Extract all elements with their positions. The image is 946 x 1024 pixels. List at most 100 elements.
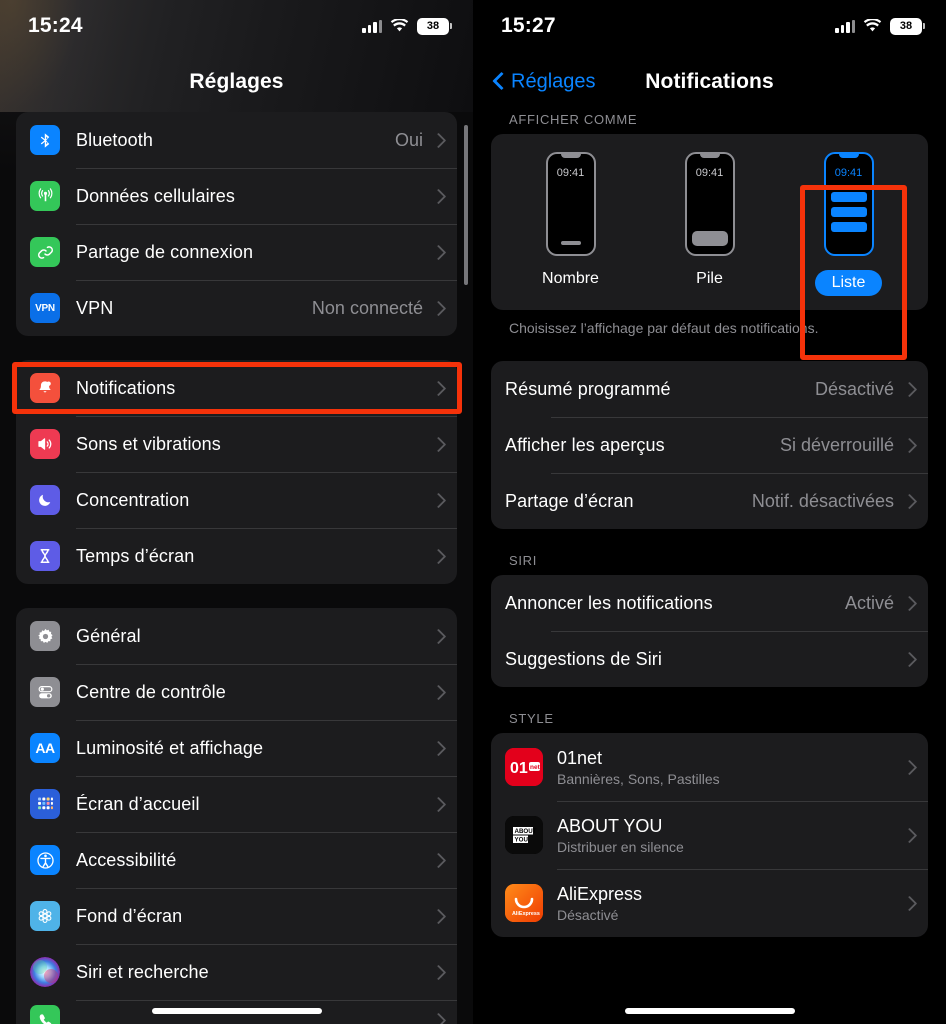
chevron-right-icon	[433, 132, 443, 149]
sidebar-item-label: Temps d’écran	[76, 545, 195, 566]
sidebar-item-personal-hotspot[interactable]: Partage de connexion	[16, 224, 457, 280]
display-option-pile[interactable]: 09:41 Pile	[650, 152, 770, 288]
wifi-icon	[390, 18, 409, 33]
app-text: AliExpress Désactivé	[557, 884, 904, 923]
app-name: ABOUT YOU	[557, 815, 663, 836]
chevron-right-icon	[433, 188, 443, 205]
status-indicators: 38	[835, 17, 925, 35]
row-screen-sharing[interactable]: Partage d’écran Notif. désactivées	[491, 473, 928, 529]
app-subtitle: Bannières, Sons, Pastilles	[557, 770, 720, 787]
sidebar-item-label: Concentration	[76, 489, 190, 510]
sidebar-item-general[interactable]: Général	[16, 608, 457, 664]
chevron-right-icon	[904, 759, 914, 776]
chevron-right-icon	[433, 1012, 443, 1024]
left-status-bar: 15:24 38	[0, 0, 473, 52]
sidebar-item-label: Centre de contrôle	[76, 681, 226, 702]
app-row-about-you[interactable]: ABOUT YOU ABOUT YOU Distribuer en silenc…	[491, 801, 928, 869]
screen-time-hourglass-icon	[30, 541, 60, 571]
sidebar-item-label: Notifications	[76, 377, 176, 398]
sidebar-item-wallpaper[interactable]: Fond d’écran	[16, 888, 457, 944]
count-preview: 09:41	[545, 152, 596, 256]
aliexpress-app-icon: AliExpress	[505, 884, 543, 923]
svg-text:YOU: YOU	[515, 837, 529, 844]
focus-moon-icon	[30, 485, 60, 515]
sidebar-item-accessibility[interactable]: Accessibilité	[16, 832, 457, 888]
stack-preview: 09:41	[684, 152, 735, 256]
sidebar-item-focus[interactable]: Concentration	[16, 472, 457, 528]
svg-text:net: net	[530, 764, 541, 771]
notifications-settings-list: AFFICHER COMME 09:41 Nombre 09:41 Pile 0…	[473, 112, 946, 938]
gear-icon	[30, 621, 60, 651]
battery-icon: 38	[417, 17, 452, 35]
status-indicators: 38	[362, 17, 452, 35]
section-header-siri: SIRI	[509, 553, 538, 569]
siri-orb-icon	[30, 957, 60, 987]
display-brightness-aa-icon: AA	[30, 733, 60, 763]
row-show-previews[interactable]: Afficher les aperçus Si déverrouillé	[491, 417, 928, 473]
page-title: Réglages	[189, 70, 284, 93]
home-screen-grid-icon	[30, 789, 60, 819]
row-siri-suggestions[interactable]: Suggestions de Siri	[491, 631, 928, 687]
sidebar-item-display-brightness[interactable]: AA Luminosité et affichage	[16, 720, 457, 776]
settings-group-connectivity: Bluetooth Oui Données cellulaires Partag…	[16, 112, 457, 336]
chevron-right-icon	[433, 964, 443, 981]
row-announce-notifications[interactable]: Annoncer les notifications Activé	[491, 575, 928, 631]
sidebar-item-notifications[interactable]: Notifications	[16, 360, 457, 416]
app-name: 01net	[557, 747, 603, 768]
list-notification-rows	[830, 192, 867, 232]
sidebar-item-sounds-haptics[interactable]: Sons et vibrations	[16, 416, 457, 472]
sidebar-item-screen-time[interactable]: Temps d’écran	[16, 528, 457, 584]
phone-notch	[838, 153, 859, 158]
svg-text:01: 01	[510, 760, 528, 777]
svg-text:AliExpress: AliExpress	[512, 911, 540, 917]
chevron-right-icon	[433, 300, 443, 317]
app-text: ABOUT YOU Distribuer en silence	[557, 816, 904, 855]
row-value: Désactivé	[814, 378, 894, 399]
chevron-right-icon	[433, 244, 443, 261]
app-text: 01net Bannières, Sons, Pastilles	[557, 748, 904, 787]
sidebar-item-label: Sons et vibrations	[76, 433, 221, 454]
sidebar-item-siri-search[interactable]: Siri et recherche	[16, 944, 457, 1000]
sidebar-item-value: Oui	[394, 129, 423, 150]
chevron-right-icon	[433, 628, 443, 645]
chevron-right-icon	[433, 436, 443, 453]
display-option-label: Nombre	[542, 270, 599, 287]
list-preview: 09:41	[823, 152, 874, 256]
sidebar-item-cellular-data[interactable]: Données cellulaires	[16, 168, 457, 224]
sidebar-item-label: Accessibilité	[76, 849, 177, 870]
sidebar-item-label: VPN	[76, 297, 114, 318]
cellular-bars-icon	[835, 19, 855, 33]
vertical-scrollbar[interactable]	[464, 125, 468, 285]
sidebar-item-bluetooth[interactable]: Bluetooth Oui	[16, 112, 457, 168]
row-label: Annoncer les notifications	[505, 592, 713, 613]
display-as-selector: 09:41 Nombre 09:41 Pile 09:41 Liste	[491, 134, 928, 310]
display-option-nombre[interactable]: 09:41 Nombre	[511, 152, 631, 288]
row-label: Afficher les aperçus	[505, 434, 665, 455]
sidebar-item-label: Partage de connexion	[76, 241, 254, 262]
preview-time: 09:41	[556, 167, 585, 179]
chevron-right-icon	[433, 492, 443, 509]
sidebar-item-control-center[interactable]: Centre de contrôle	[16, 664, 457, 720]
accessibility-icon	[30, 845, 60, 875]
chevron-right-icon	[904, 895, 914, 912]
notifications-options-group: Résumé programmé Désactivé Afficher les …	[491, 361, 928, 530]
section-header-display-as: AFFICHER COMME	[509, 112, 638, 127]
sidebar-item-home-screen[interactable]: Écran d’accueil	[16, 776, 457, 832]
display-option-label: Liste	[814, 270, 883, 296]
row-value: Notif. désactivées	[751, 490, 894, 511]
sidebar-item-vpn[interactable]: VPN VPN Non connecté	[16, 280, 457, 336]
chevron-right-icon	[433, 684, 443, 701]
back-button[interactable]: Réglages	[493, 71, 596, 94]
chevron-right-icon	[433, 908, 443, 925]
display-option-liste[interactable]: 09:41 Liste	[789, 152, 909, 296]
row-scheduled-summary[interactable]: Résumé programmé Désactivé	[491, 361, 928, 417]
app-subtitle: Distribuer en silence	[557, 838, 684, 855]
app-row-aliexpress[interactable]: AliExpress AliExpress Désactivé	[491, 869, 928, 937]
sidebar-item-label: Siri et recherche	[76, 961, 209, 982]
wifi-icon	[863, 18, 882, 33]
app-row-01net[interactable]: 01 net 01net Bannières, Sons, Pastilles	[491, 733, 928, 801]
sidebar-item-label: Écran d’accueil	[76, 793, 200, 814]
row-value: Activé	[844, 592, 894, 613]
chevron-right-icon	[433, 852, 443, 869]
display-option-label: Pile	[696, 270, 723, 287]
